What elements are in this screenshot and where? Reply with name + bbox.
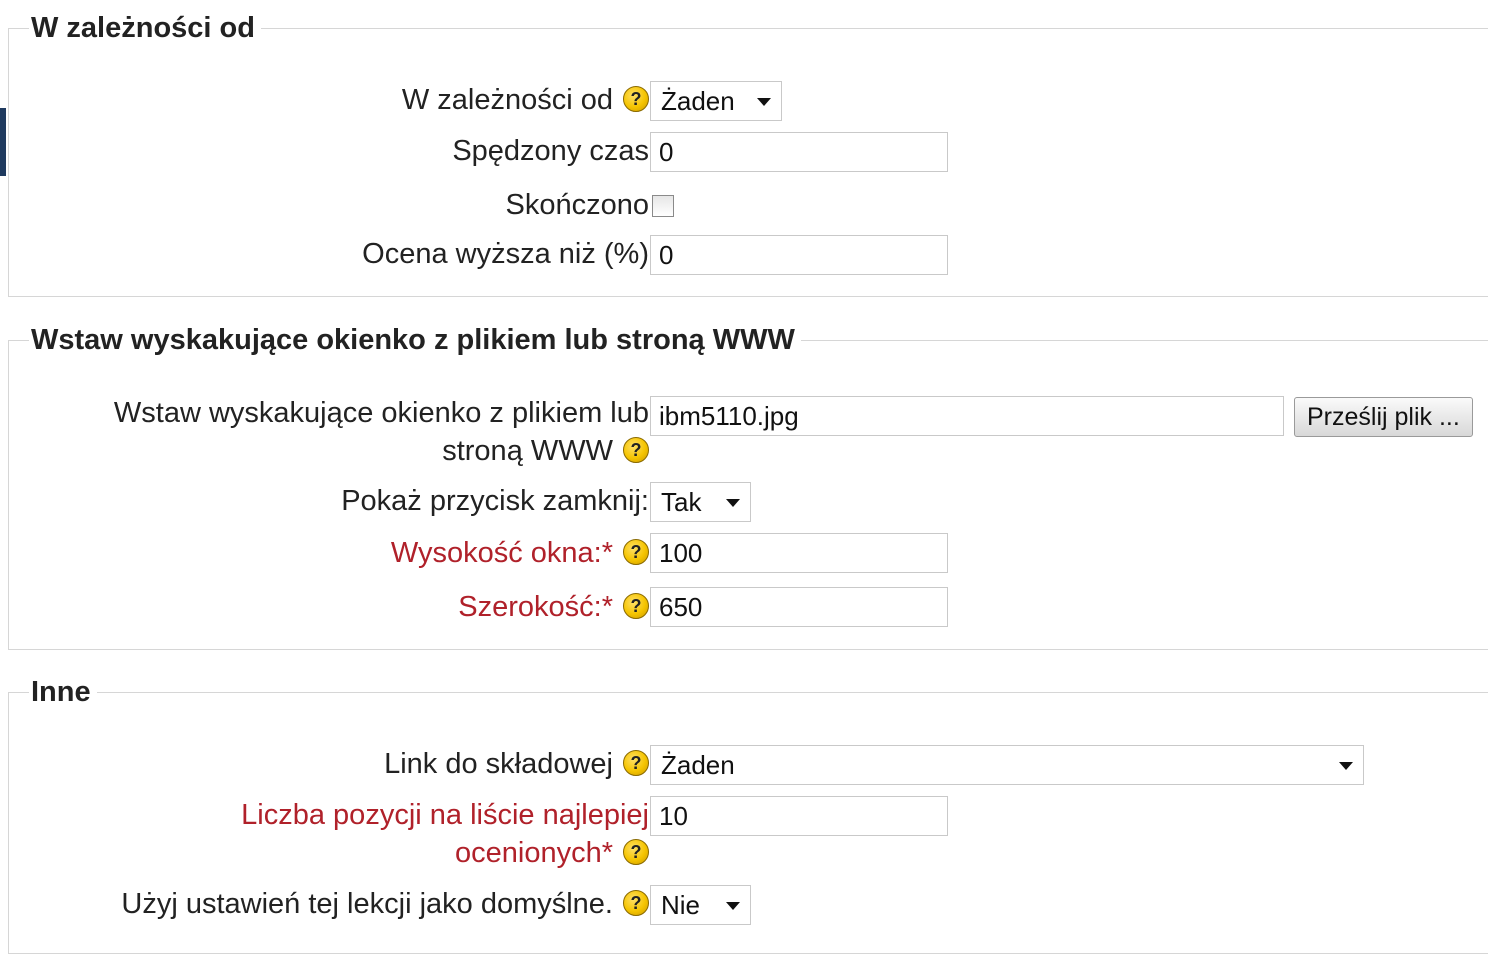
window-height-label: Wysokość okna:*? (391, 535, 649, 572)
help-icon[interactable]: ? (623, 86, 649, 113)
help-icon[interactable]: ? (623, 750, 649, 777)
time-spent-input[interactable]: 0 (650, 132, 948, 172)
completed-checkbox[interactable] (652, 195, 674, 217)
grade-better-input[interactable]: 0 (650, 235, 948, 275)
popup-file-input[interactable]: ibm5110.jpg (650, 396, 1284, 436)
upload-file-button[interactable]: Prześlij plik ... (1294, 397, 1473, 437)
fieldset-dependency: W zależności od W zależności od? Żaden S… (8, 11, 1488, 297)
required-marker: * (601, 537, 613, 569)
depends-on-label: W zależności od? (402, 82, 649, 119)
width-input[interactable]: 650 (650, 587, 948, 627)
help-icon[interactable]: ? (623, 437, 649, 464)
required-marker: * (601, 591, 613, 623)
fieldset-legend-dependency: W zależności od (29, 11, 261, 45)
fieldset-legend-popup: Wstaw wyskakujące okienko z plikiem lub … (29, 323, 801, 357)
help-icon[interactable]: ? (623, 593, 649, 620)
left-accent-bar (0, 108, 6, 176)
chevron-down-icon (726, 902, 740, 910)
width-label: Szerokość:*? (458, 589, 649, 626)
chevron-down-icon (1339, 762, 1353, 770)
use-defaults-select[interactable]: Nie (650, 885, 751, 925)
fieldset-legend-other: Inne (29, 675, 97, 709)
window-height-input[interactable]: 100 (650, 533, 948, 573)
depends-on-select[interactable]: Żaden (650, 81, 782, 121)
activity-link-select[interactable]: Żaden (650, 745, 1364, 785)
chevron-down-icon (757, 98, 771, 106)
high-scores-label: Liczba pozycji na liście najlepiej oceni… (241, 799, 649, 869)
time-spent-label: Spędzony czas (452, 135, 649, 167)
help-icon[interactable]: ? (623, 839, 649, 866)
high-scores-input[interactable]: 10 (650, 796, 948, 836)
help-icon[interactable]: ? (623, 890, 649, 917)
show-close-select[interactable]: Tak (650, 482, 751, 522)
required-marker: * (601, 837, 613, 869)
use-defaults-label: Użyj ustawień tej lekcji jako domyślne.? (121, 886, 649, 923)
fieldset-other: Inne Link do składowej? Żaden Liczba poz… (8, 675, 1488, 954)
chevron-down-icon (726, 499, 740, 507)
fieldset-popup: Wstaw wyskakujące okienko z plikiem lub … (8, 323, 1488, 650)
help-icon[interactable]: ? (623, 539, 649, 566)
show-close-label: Pokaż przycisk zamknij: (341, 485, 649, 517)
popup-file-label: Wstaw wyskakujące okienko z plikiem lub … (113, 397, 649, 467)
completed-label: Skończono (505, 189, 650, 221)
grade-better-label: Ocena wyższa niż (%) (362, 238, 649, 270)
activity-link-label: Link do składowej? (384, 746, 649, 783)
